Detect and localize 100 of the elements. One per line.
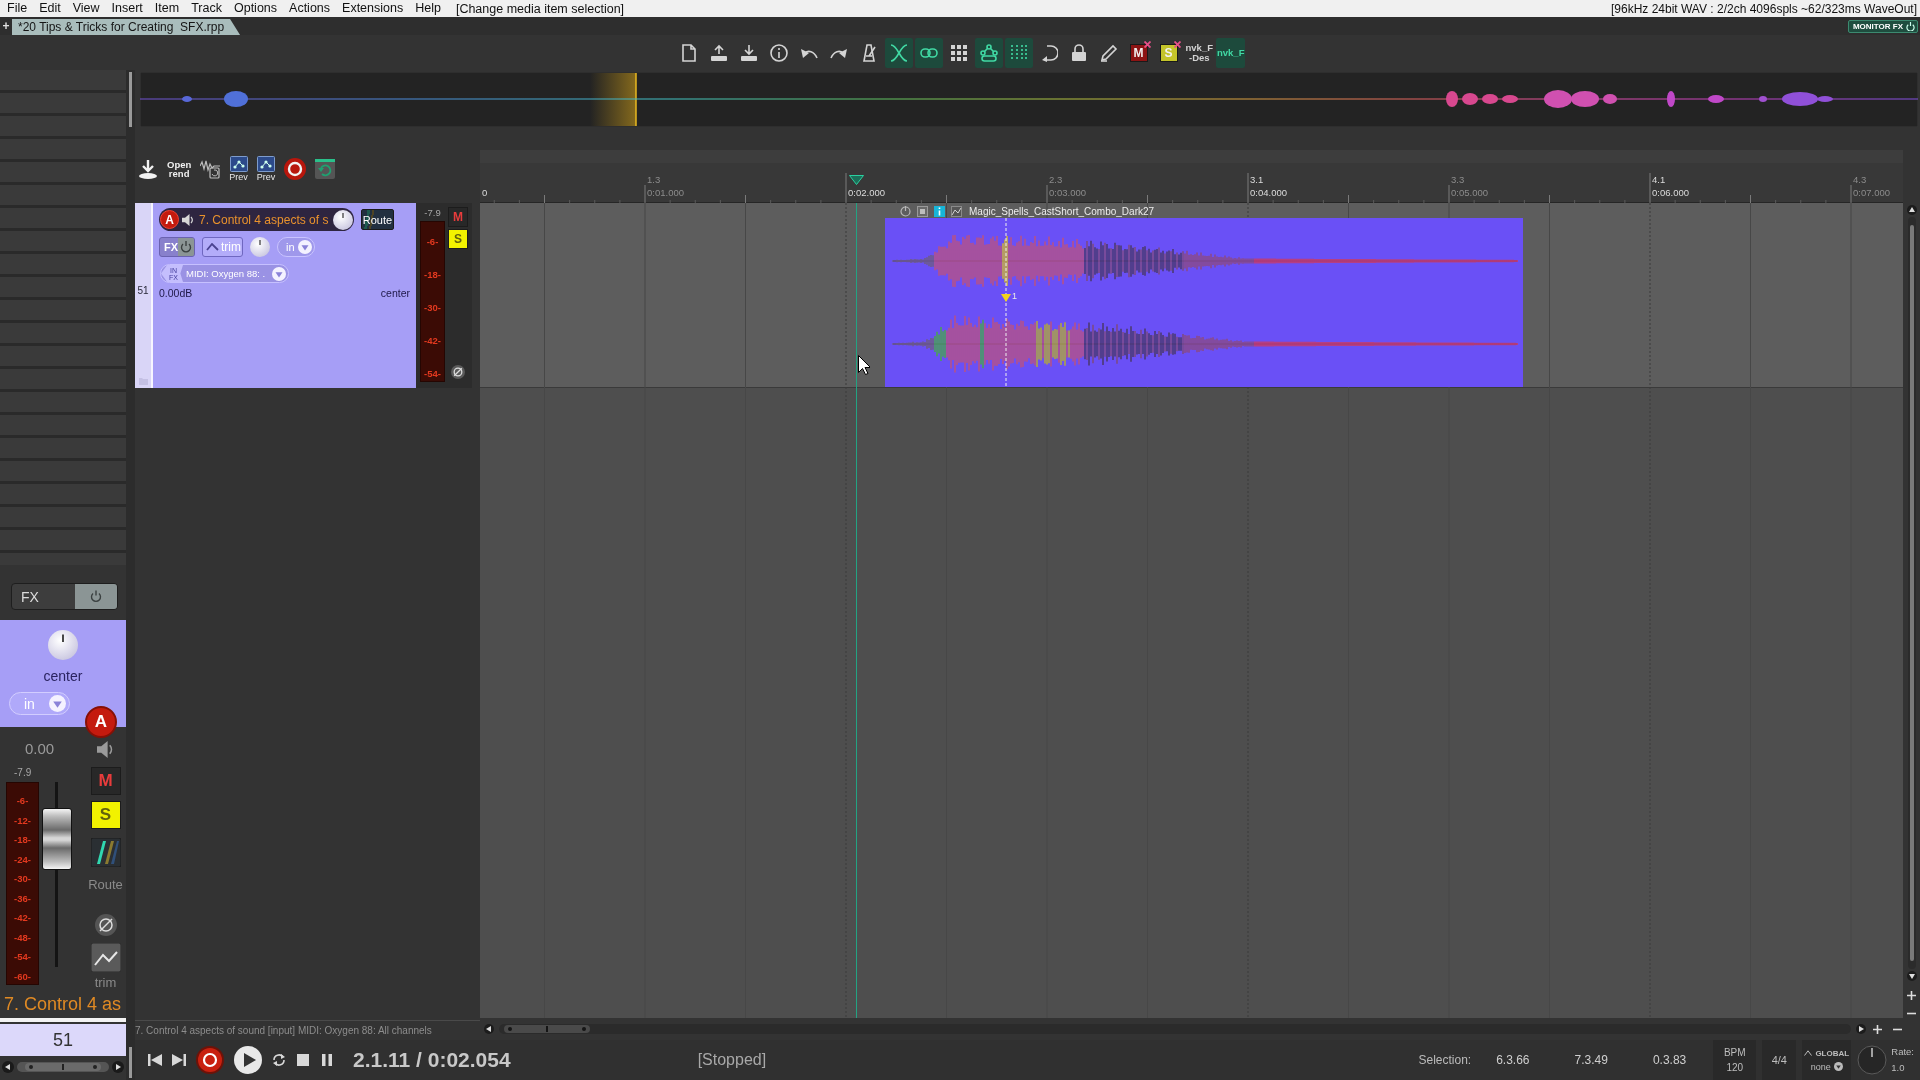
track-name-field[interactable]: A 7. Control 4 aspects of s [159,208,354,231]
scroll-thumb[interactable] [1909,225,1914,961]
toolbar-button[interactable]: nvk_F [1216,37,1246,68]
timebase-label: GLOBAL [1815,1048,1850,1058]
power-icon[interactable] [900,205,911,217]
audio-device-status: [96kHz 24bit WAV : 2/2ch 4096spls ~62/323ms WaveOut] [1610,1,1918,16]
phase-icon[interactable] [94,914,117,936]
menu-item[interactable]: Track [185,0,228,17]
line-chart-icon[interactable] [90,943,121,972]
menu-item[interactable]: Item [148,0,186,17]
scroll-left-icon[interactable] [484,1024,494,1034]
scroll-right-icon[interactable] [1856,1024,1866,1034]
new-tab-button[interactable]: + [0,18,12,34]
toolbar-button[interactable]: nvk_F -Des [1184,37,1214,68]
horizontal-scrollbar[interactable] [499,1024,1851,1034]
repeat-icon[interactable] [272,1053,286,1067]
vertical-scrollbar[interactable] [1907,217,1916,969]
splitter-handle[interactable] [129,72,132,127]
route-button[interactable]: Route [361,209,394,230]
scroll-up-icon[interactable] [1906,205,1917,215]
scroll-thumb[interactable] [504,1025,590,1033]
menu-item[interactable]: Help [409,0,447,17]
info-icon[interactable] [934,205,945,217]
monitor-fx-button[interactable]: MONITOR FX [1847,19,1918,33]
menu-item[interactable]: File [1,0,34,17]
zoom-out-icon[interactable] [1893,1027,1902,1031]
mute-button[interactable]: M [90,767,121,795]
project-tab[interactable]: *20 Tips & Tricks for Creating SFX.rpp [12,19,241,35]
download-icon [739,43,758,62]
track-name: 7. Control 4 as [3,993,123,1016]
toolbar-button[interactable]: M [1129,43,1148,62]
menu-item[interactable]: Extensions [336,0,410,17]
download-icon[interactable] [138,158,158,179]
scroll-down-icon[interactable] [1906,971,1917,981]
time-label: 0:05.000 [1451,187,1488,198]
routing-icon[interactable] [90,838,121,867]
play-state: [Stopped] [697,1051,767,1069]
zoom-in-icon[interactable] [1873,1024,1882,1034]
crossfade-icon [889,43,908,62]
position-readout: 2.1.11 / 0:02.054 [353,1048,511,1072]
time-label: 0:01.000 [647,187,684,198]
preview-button[interactable]: Prev [229,155,248,182]
menu-item[interactable]: Edit [33,0,67,17]
timebase-display[interactable]: GLOBAL none [1802,1040,1852,1080]
phase-icon[interactable] [451,365,465,379]
toolbar-button[interactable] [974,37,1003,68]
record-arm-button[interactable]: A [160,210,179,229]
preview-button[interactable]: Prev [256,155,276,182]
record-arm-button[interactable]: A [85,706,117,738]
fx-button[interactable]: FX [159,237,195,257]
play-icon[interactable] [234,1046,262,1074]
toolbar-button[interactable] [1004,37,1033,68]
speaker-icon[interactable] [182,213,194,226]
repeat-icon[interactable] [315,158,336,179]
waveform-icon[interactable] [200,158,221,179]
dotted-grid-icon [1009,43,1028,62]
stop-icon[interactable] [296,1053,310,1067]
scroll-left-icon[interactable] [2,1061,14,1073]
timeline-ruler[interactable]: 0 1.3 0:01.000 0:02.000 2.3 0:03.000 3.1 0:04.000 3.3 0:05.000 4.1 0:06.000 4.3 0:07.000 [480,163,1903,203]
dropdown-icon [49,695,66,712]
zoom-in-icon[interactable] [1907,991,1916,1000]
grid-icon [949,43,968,62]
bar-label: 1.3 [647,174,661,185]
volume-knob[interactable] [250,237,270,257]
meter-scale-label: -24- [14,853,31,866]
pause-icon[interactable] [320,1053,334,1067]
toolbar-button[interactable] [914,37,943,68]
tempo-label: BPM [1723,1047,1746,1058]
bar-label: 4.3 [1853,174,1867,185]
menu-item[interactable]: Insert [105,0,149,17]
pan-knob[interactable] [333,209,353,230]
mute-button[interactable]: M [448,207,468,227]
record-icon[interactable] [284,157,307,180]
strip-scrollbar[interactable] [17,1062,109,1072]
speaker-icon[interactable] [97,741,114,758]
menu-item[interactable]: View [66,0,106,17]
solo-button[interactable]: S [90,801,121,829]
menu-item[interactable]: Options [227,0,284,17]
skip-back-icon[interactable] [148,1053,162,1067]
skip-forward-icon[interactable] [172,1053,186,1067]
take-marker[interactable] [1001,218,1011,386]
solo-button[interactable]: S [448,229,468,249]
cursor-head-icon[interactable] [849,175,864,185]
splitter-handle[interactable] [129,1047,132,1078]
open-render-button[interactable]: Open rend [167,159,192,178]
scroll-right-icon[interactable] [112,1061,124,1073]
time-signature-display[interactable]: 4/4 [1762,1040,1797,1080]
take-marker-label: 1 [1012,291,1017,301]
zoom-out-icon[interactable] [1907,1012,1916,1015]
line-chart-icon[interactable] [951,205,962,217]
toolbar-button[interactable] [884,37,913,68]
meter-scale-label: -18- [424,269,441,281]
square-icon[interactable] [917,205,928,217]
menu-item[interactable]: Actions [283,0,337,17]
tempo-display[interactable]: BPM 120 [1713,1040,1757,1080]
fader-handle[interactable] [42,807,72,870]
route-label: Route [88,877,123,892]
record-icon[interactable] [196,1046,224,1074]
fx-button[interactable]: FX [11,583,118,610]
media-item[interactable]: 1 [885,218,1523,387]
